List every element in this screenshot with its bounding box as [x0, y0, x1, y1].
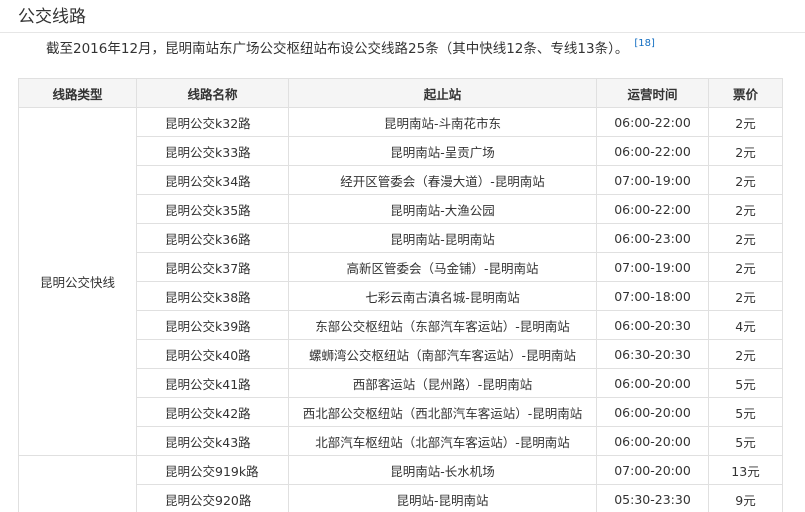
hours-cell: 06:00-22:00: [596, 107, 709, 137]
route-name-cell: 昆明公交919k路: [136, 455, 289, 485]
table-body: 昆明公交快线 昆明公交k32路 昆明南站-斗南花市东 06:00-22:00 2元 昆明公…: [18, 107, 783, 512]
fare-cell: 2元: [708, 194, 783, 224]
fare-cell: 2元: [708, 107, 783, 137]
hours-cell: 06:30-20:30: [596, 339, 709, 369]
stations-cell: 七彩云南古滇名城-昆明南站: [288, 281, 597, 311]
bus-routes-table: 线路类型 线路名称 起止站 运营时间 票价 昆明公交快线 昆明公交k32路 昆明南站…: [18, 78, 783, 512]
hours-cell: 06:00-20:00: [596, 368, 709, 398]
header-route-name: 线路名称: [136, 78, 289, 108]
stations-cell: 经开区管委会（春漫大道）-昆明南站: [288, 165, 597, 195]
intro-text: 截至2016年12月，昆明南站东广场公交枢纽站布设公交线路25条（其中快线12条…: [46, 41, 629, 57]
table-header-row: 线路类型 线路名称 起止站 运营时间 票价: [18, 78, 783, 108]
route-type-cell: 昆明公交快线: [18, 107, 137, 456]
stations-cell: 昆明南站-长水机场: [288, 455, 597, 485]
stations-cell: 螺蛳湾公交枢纽站（南部汽车客运站）-昆明南站: [288, 339, 597, 369]
route-name-cell: 昆明公交k38路: [136, 281, 289, 311]
route-name-cell: 昆明公交k34路: [136, 165, 289, 195]
fare-cell: 13元: [708, 455, 783, 485]
page: 公交线路 截至2016年12月，昆明南站东广场公交枢纽站布设公交线路25条（其中…: [0, 0, 805, 512]
stations-cell: 昆明南站-大渔公园: [288, 194, 597, 224]
route-name-cell: 昆明公交k33路: [136, 136, 289, 166]
fare-cell: 2元: [708, 339, 783, 369]
stations-cell: 昆明站-昆明南站: [288, 484, 597, 512]
hours-cell: 07:00-19:00: [596, 252, 709, 282]
hours-cell: 07:00-20:00: [596, 455, 709, 485]
stations-cell: 昆明南站-昆明南站: [288, 223, 597, 253]
title-divider: [0, 32, 805, 33]
fare-cell: 9元: [708, 484, 783, 512]
fare-cell: 5元: [708, 426, 783, 456]
hours-cell: 06:00-22:00: [596, 194, 709, 224]
route-name-cell: 昆明公交k36路: [136, 223, 289, 253]
fare-cell: 4元: [708, 310, 783, 340]
stations-cell: 东部公交枢纽站（东部汽车客运站）-昆明南站: [288, 310, 597, 340]
header-hours: 运营时间: [596, 78, 709, 108]
hours-cell: 06:00-20:00: [596, 397, 709, 427]
hours-cell: 06:00-20:00: [596, 426, 709, 456]
intro-paragraph: 截至2016年12月，昆明南站东广场公交枢纽站布设公交线路25条（其中快线12条…: [46, 38, 655, 61]
stations-cell: 高新区管委会（马金铺）-昆明南站: [288, 252, 597, 282]
hours-cell: 05:30-23:30: [596, 484, 709, 512]
header-route-type: 线路类型: [18, 78, 137, 108]
route-name-cell: 昆明公交k43路: [136, 426, 289, 456]
route-name-cell: 昆明公交k42路: [136, 397, 289, 427]
stations-cell: 西北部公交枢纽站（西北部汽车客运站）-昆明南站: [288, 397, 597, 427]
hours-cell: 07:00-19:00: [596, 165, 709, 195]
table-row: 昆明公交919k路 昆明南站-长水机场 07:00-20:00 13元: [18, 455, 783, 512]
fare-cell: 2元: [708, 252, 783, 282]
fare-cell: 5元: [708, 368, 783, 398]
stations-cell: 昆明南站-呈贡广场: [288, 136, 597, 166]
route-name-cell: 昆明公交920路: [136, 484, 289, 512]
reference-link[interactable]: [18]: [634, 38, 655, 49]
stations-cell: 西部客运站（昆州路）-昆明南站: [288, 368, 597, 398]
section-title: 公交线路: [18, 7, 86, 27]
header-stations: 起止站: [288, 78, 597, 108]
table-row: 昆明公交快线 昆明公交k32路 昆明南站-斗南花市东 06:00-22:00 2元: [18, 107, 783, 456]
route-name-cell: 昆明公交k32路: [136, 107, 289, 137]
fare-cell: 2元: [708, 165, 783, 195]
route-name-cell: 昆明公交k40路: [136, 339, 289, 369]
hours-cell: 06:00-20:30: [596, 310, 709, 340]
stations-cell: 昆明南站-斗南花市东: [288, 107, 597, 137]
fare-cell: 2元: [708, 281, 783, 311]
route-name-cell: 昆明公交k39路: [136, 310, 289, 340]
fare-cell: 5元: [708, 397, 783, 427]
route-name-cell: 昆明公交k41路: [136, 368, 289, 398]
stations-cell: 北部汽车枢纽站（北部汽车客运站）-昆明南站: [288, 426, 597, 456]
hours-cell: 06:00-22:00: [596, 136, 709, 166]
hours-cell: 07:00-18:00: [596, 281, 709, 311]
route-type-cell: [18, 455, 137, 512]
route-name-cell: 昆明公交k35路: [136, 194, 289, 224]
fare-cell: 2元: [708, 136, 783, 166]
header-fare: 票价: [708, 78, 783, 108]
fare-cell: 2元: [708, 223, 783, 253]
hours-cell: 06:00-23:00: [596, 223, 709, 253]
route-name-cell: 昆明公交k37路: [136, 252, 289, 282]
